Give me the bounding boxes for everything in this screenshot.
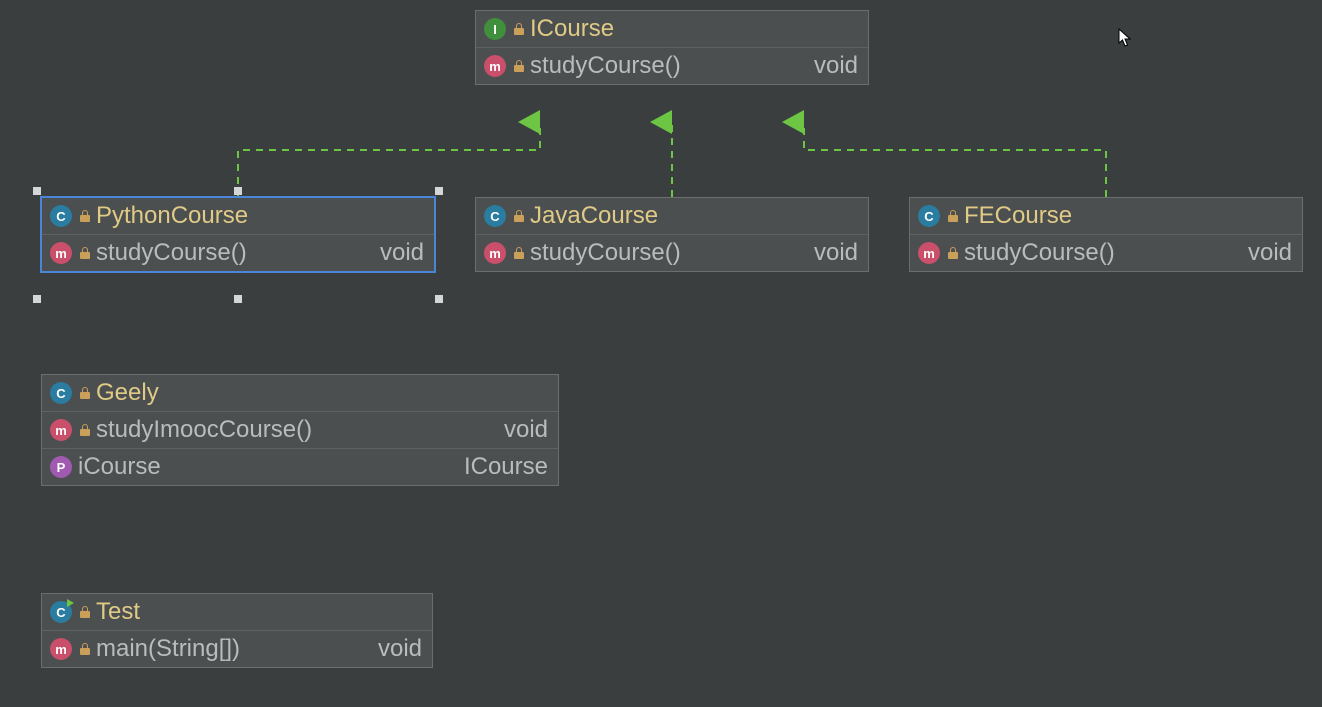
- lock-icon: [948, 247, 958, 259]
- lock-icon: [514, 23, 524, 35]
- member-type: void: [380, 239, 424, 267]
- member-row[interactable]: m studyCourse() void: [476, 235, 868, 271]
- member-row[interactable]: m studyCourse() void: [910, 235, 1302, 271]
- class-header: C Test: [42, 594, 432, 631]
- method-icon: m: [484, 242, 506, 264]
- member-row[interactable]: m main(String[]) void: [42, 631, 432, 667]
- member-name: studyCourse(): [964, 239, 1218, 267]
- property-icon: P: [50, 456, 72, 478]
- class-name: ICourse: [530, 15, 858, 43]
- diagram-canvas[interactable]: I ICourse m studyCourse() void C PythonC…: [0, 0, 1322, 707]
- class-box-test[interactable]: C Test m main(String[]) void: [41, 593, 433, 668]
- member-type: void: [814, 239, 858, 267]
- class-name: Test: [96, 598, 422, 626]
- class-icon: C: [484, 205, 506, 227]
- selection-handle-se[interactable]: [435, 295, 443, 303]
- class-name: JavaCourse: [530, 202, 858, 230]
- class-box-javacourse[interactable]: C JavaCourse m studyCourse() void: [475, 197, 869, 272]
- member-row[interactable]: P iCourse ICourse: [42, 449, 558, 485]
- class-header: I ICourse: [476, 11, 868, 48]
- selection-handle-sw[interactable]: [33, 295, 41, 303]
- class-box-icourse[interactable]: I ICourse m studyCourse() void: [475, 10, 869, 85]
- runnable-class-icon: C: [50, 601, 72, 623]
- method-icon: m: [918, 242, 940, 264]
- member-type: ICourse: [464, 453, 548, 481]
- realization-python-icourse: [238, 122, 540, 197]
- class-box-fecourse[interactable]: C FECourse m studyCourse() void: [909, 197, 1303, 272]
- class-name: PythonCourse: [96, 202, 424, 230]
- member-name: studyCourse(): [96, 239, 350, 267]
- lock-icon: [514, 247, 524, 259]
- lock-icon: [80, 424, 90, 436]
- class-box-geely[interactable]: C Geely m studyImoocCourse() void P iCou…: [41, 374, 559, 486]
- lock-icon: [514, 210, 524, 222]
- realization-fe-icourse: [804, 122, 1106, 197]
- lock-icon: [948, 210, 958, 222]
- member-name: studyImoocCourse(): [96, 416, 474, 444]
- member-name: studyCourse(): [530, 52, 784, 80]
- member-row[interactable]: m studyCourse() void: [476, 48, 868, 84]
- class-icon: C: [50, 382, 72, 404]
- member-row[interactable]: m studyCourse() void: [42, 235, 434, 271]
- selection-handle-n[interactable]: [234, 187, 242, 195]
- method-icon: m: [484, 55, 506, 77]
- method-icon: m: [50, 419, 72, 441]
- selection-handle-ne[interactable]: [435, 187, 443, 195]
- selection-handle-s[interactable]: [234, 295, 242, 303]
- method-icon: m: [50, 638, 72, 660]
- class-name: Geely: [96, 379, 548, 407]
- member-row[interactable]: m studyImoocCourse() void: [42, 412, 558, 449]
- lock-icon: [514, 60, 524, 72]
- method-icon: m: [50, 242, 72, 264]
- class-icon: C: [918, 205, 940, 227]
- member-type: void: [504, 416, 548, 444]
- member-type: void: [1248, 239, 1292, 267]
- class-header: C JavaCourse: [476, 198, 868, 235]
- lock-icon: [80, 210, 90, 222]
- lock-icon: [80, 247, 90, 259]
- class-icon: C: [50, 205, 72, 227]
- class-box-pythoncourse[interactable]: C PythonCourse m studyCourse() void: [41, 197, 435, 272]
- member-name: studyCourse(): [530, 239, 784, 267]
- selection-handle-nw[interactable]: [33, 187, 41, 195]
- class-name: FECourse: [964, 202, 1292, 230]
- interface-icon: I: [484, 18, 506, 40]
- lock-icon: [80, 387, 90, 399]
- member-name: main(String[]): [96, 635, 348, 663]
- member-name: iCourse: [78, 453, 434, 481]
- class-header: C FECourse: [910, 198, 1302, 235]
- class-header: C PythonCourse: [42, 198, 434, 235]
- lock-icon: [80, 643, 90, 655]
- class-header: C Geely: [42, 375, 558, 412]
- mouse-cursor-icon: [1118, 28, 1134, 48]
- lock-icon: [80, 606, 90, 618]
- member-type: void: [378, 635, 422, 663]
- member-type: void: [814, 52, 858, 80]
